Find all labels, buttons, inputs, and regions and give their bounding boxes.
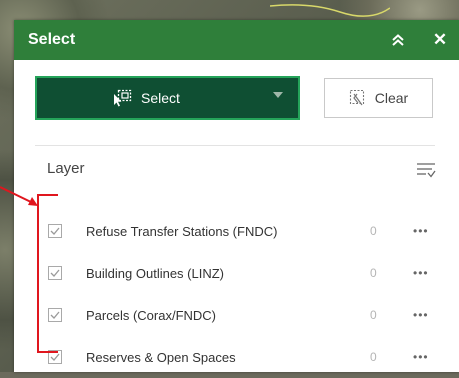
more-options-button[interactable]: ••• [413, 350, 429, 364]
map-road-line [270, 4, 390, 17]
close-icon: ✕ [432, 30, 448, 49]
layer-label: Building Outlines (LINZ) [86, 265, 224, 281]
more-options-button[interactable]: ••• [413, 266, 429, 280]
checkmark-icon [50, 227, 60, 235]
collapse-button[interactable] [382, 20, 414, 60]
layer-checkbox[interactable] [48, 350, 62, 364]
layer-label: Refuse Transfer Stations (FNDC) [86, 223, 278, 239]
panel-title: Select [28, 31, 76, 48]
clear-selection-icon [349, 89, 367, 107]
layer-row[interactable]: Parcels (Corax/FNDC) 0 ••• [14, 294, 459, 336]
layer-checkbox[interactable] [48, 224, 62, 238]
select-cursor-icon [111, 89, 133, 107]
layer-label: Reserves & Open Spaces [86, 349, 236, 365]
checkmark-icon [50, 311, 60, 319]
checkmark-icon [50, 353, 60, 361]
clear-button-label: Clear [374, 90, 409, 106]
sort-options-icon[interactable] [416, 160, 436, 180]
layer-row[interactable]: Building Outlines (LINZ) 0 ••• [14, 252, 459, 294]
panel-header: Select ✕ [14, 20, 459, 60]
clear-button[interactable]: Clear [324, 78, 433, 118]
select-panel: Select ✕ Select Clear Layer Refuse Trans… [14, 20, 459, 372]
layer-selected-count: 0 [370, 266, 377, 280]
layer-selected-count: 0 [370, 224, 377, 238]
layer-selected-count: 0 [370, 350, 377, 364]
layer-checkbox[interactable] [48, 308, 62, 322]
select-button-content: Select [111, 78, 180, 118]
dropdown-caret-icon[interactable] [273, 92, 283, 98]
select-button-label: Select [141, 90, 180, 106]
layer-checkbox[interactable] [48, 266, 62, 280]
more-options-button[interactable]: ••• [413, 308, 429, 322]
layer-label: Parcels (Corax/FNDC) [86, 307, 217, 323]
chevron-double-up-icon [392, 34, 404, 46]
checkmark-icon [50, 269, 60, 277]
close-button[interactable]: ✕ [424, 20, 456, 60]
select-button[interactable]: Select [35, 76, 300, 120]
layer-heading: Layer [47, 160, 85, 177]
layer-row[interactable]: Refuse Transfer Stations (FNDC) 0 ••• [14, 210, 459, 252]
layer-selected-count: 0 [370, 308, 377, 322]
section-divider [35, 145, 435, 146]
more-options-button[interactable]: ••• [413, 224, 429, 238]
